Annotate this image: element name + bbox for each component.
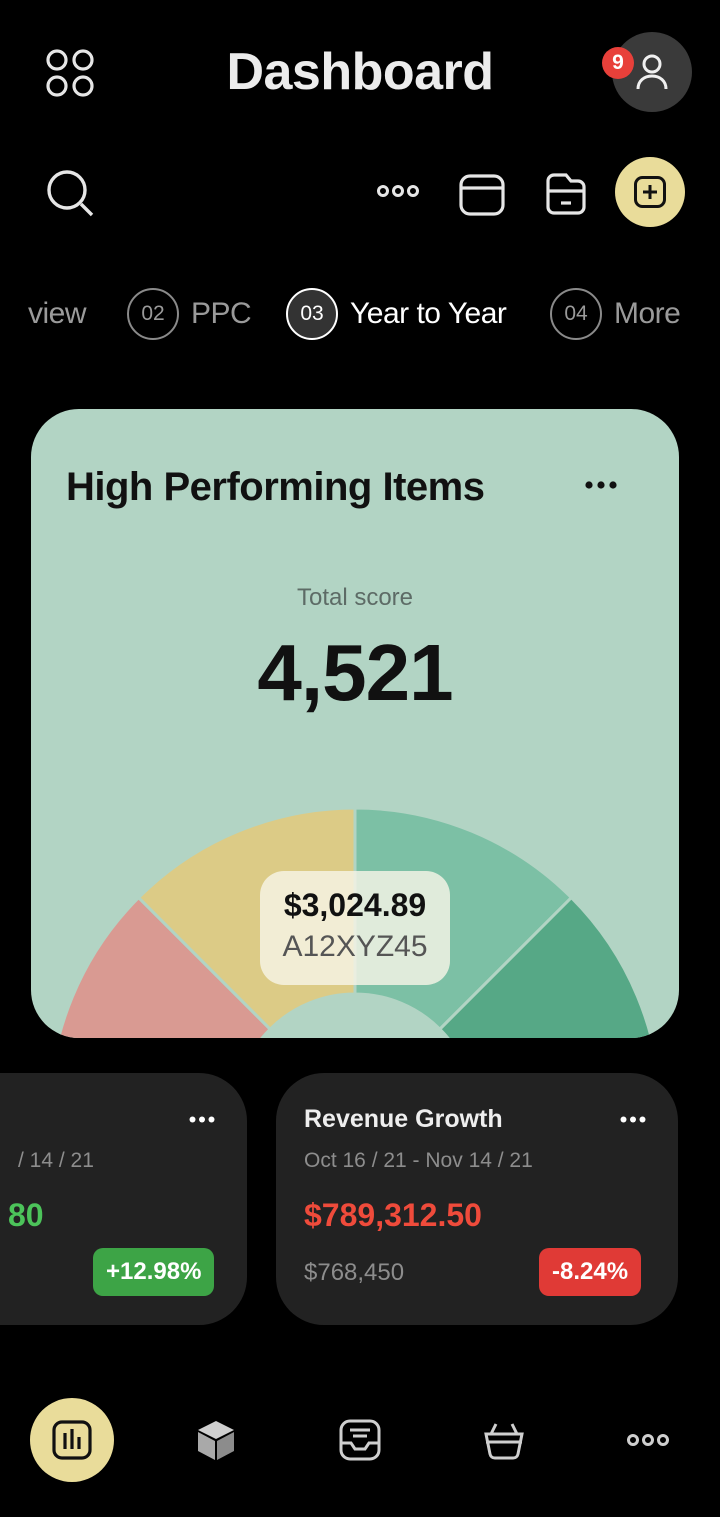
nav-more[interactable] bbox=[606, 1398, 690, 1482]
stat-previous-value: $768,450 bbox=[304, 1259, 405, 1286]
calendar-icon bbox=[459, 174, 505, 216]
chart-icon bbox=[52, 1420, 92, 1460]
tab-label: More bbox=[614, 297, 681, 330]
more-horizontal-icon bbox=[189, 1116, 215, 1122]
calendar-button[interactable] bbox=[456, 168, 508, 220]
tab-label: Year to Year bbox=[350, 297, 507, 330]
tab-number: 02 bbox=[127, 288, 179, 340]
folder-button[interactable] bbox=[540, 168, 592, 220]
tab-label: PPC bbox=[191, 297, 252, 330]
more-horizontal-icon bbox=[585, 481, 617, 489]
nav-products[interactable] bbox=[174, 1398, 258, 1482]
tab-number: 04 bbox=[550, 288, 602, 340]
card-more-button[interactable] bbox=[182, 1105, 222, 1133]
tab-label: view bbox=[28, 297, 87, 330]
total-score-value: 4,521 bbox=[257, 628, 453, 717]
user-icon bbox=[636, 54, 668, 90]
more-horizontal-icon bbox=[620, 1116, 646, 1122]
gauge-tooltip: $3,024.89 A12XYZ45 bbox=[260, 871, 450, 985]
stat-value: 80 bbox=[8, 1197, 44, 1233]
tab-overview[interactable]: view bbox=[28, 287, 87, 341]
nav-dashboard[interactable] bbox=[30, 1398, 114, 1482]
search-button[interactable] bbox=[44, 167, 96, 219]
tooltip-code: A12XYZ45 bbox=[282, 930, 428, 963]
search-icon bbox=[47, 170, 94, 217]
tab-year-to-year[interactable]: 03 Year to Year bbox=[286, 287, 507, 341]
folder-icon bbox=[546, 173, 586, 215]
tab-more[interactable]: 04 More bbox=[550, 287, 681, 341]
basket-icon bbox=[484, 1423, 524, 1460]
inbox-icon bbox=[339, 1419, 381, 1461]
stat-title: Revenue Growth bbox=[304, 1105, 503, 1133]
tab-bar: view 02 PPC 03 Year to Year 04 More bbox=[0, 287, 720, 341]
more-horizontal-icon bbox=[377, 185, 419, 197]
card-title: High Performing Items bbox=[66, 465, 485, 509]
high-performing-card: High Performing Items Total score 4,521 … bbox=[31, 409, 679, 1038]
change-badge: +12.98% bbox=[93, 1248, 215, 1296]
tooltip-value: $3,024.89 bbox=[283, 887, 427, 923]
app-screen: Dashboard 9 view 02 PPC 03 Year to Year … bbox=[0, 0, 720, 1517]
tab-ppc[interactable]: 02 PPC bbox=[127, 287, 252, 341]
package-icon bbox=[198, 1421, 234, 1460]
tab-number: 03 bbox=[286, 288, 338, 340]
more-options-button[interactable] bbox=[374, 176, 422, 206]
notification-badge: 9 bbox=[602, 47, 634, 79]
stat-value: $789,312.50 bbox=[304, 1197, 482, 1233]
add-button[interactable] bbox=[615, 157, 685, 227]
nav-inbox[interactable] bbox=[318, 1398, 402, 1482]
stat-date: / 14 / 21 bbox=[18, 1149, 94, 1172]
total-score-label: Total score bbox=[296, 584, 414, 611]
card-more-button[interactable] bbox=[613, 1105, 653, 1133]
card-more-button[interactable] bbox=[579, 471, 623, 499]
stat-card-1[interactable]: / 14 / 21 80 +12.98% bbox=[0, 1073, 247, 1325]
plus-square-icon bbox=[634, 176, 666, 208]
nav-orders[interactable] bbox=[462, 1398, 546, 1482]
change-badge: -8.24% bbox=[539, 1248, 642, 1296]
more-icon bbox=[627, 1434, 669, 1446]
stat-card-revenue-growth[interactable]: Revenue Growth Oct 16 / 21 - Nov 14 / 21… bbox=[276, 1073, 678, 1325]
stat-date: Oct 16 / 21 - Nov 14 / 21 bbox=[304, 1149, 533, 1172]
